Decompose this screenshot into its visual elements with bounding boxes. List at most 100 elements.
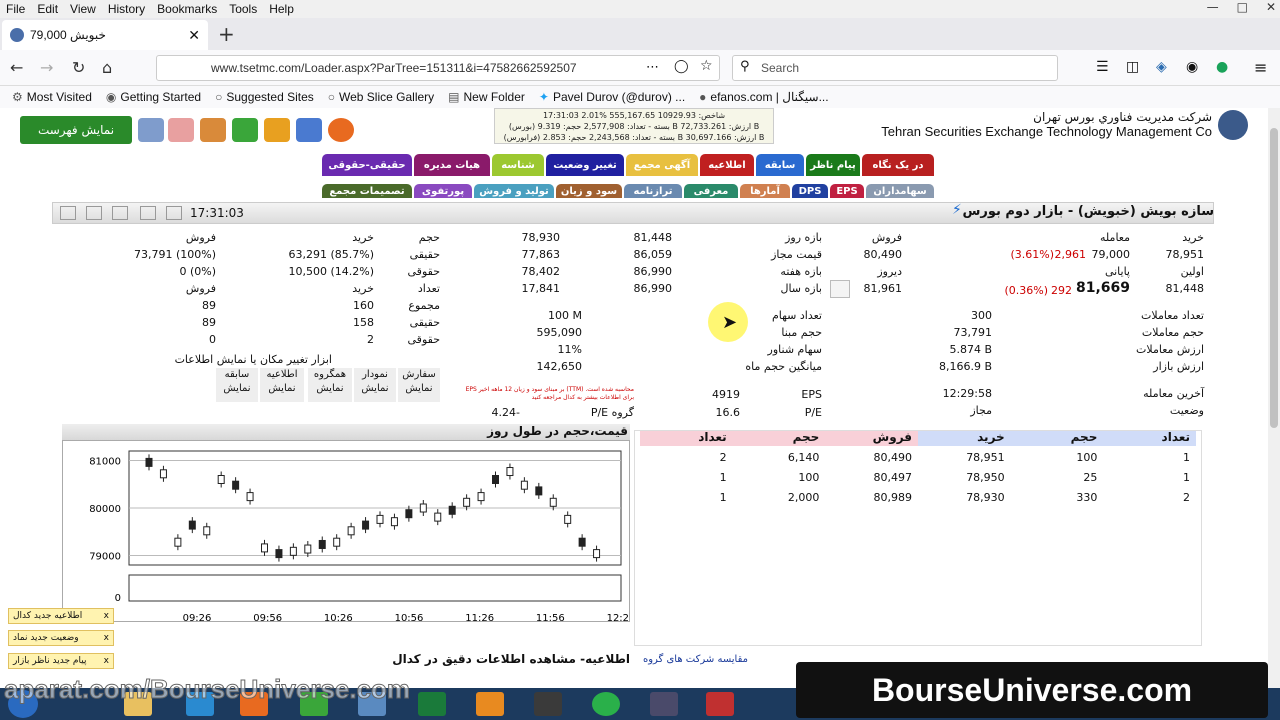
back-icon[interactable]: ← bbox=[10, 58, 23, 77]
bookmark-item[interactable]: ⚙ Most Visited bbox=[12, 90, 92, 104]
search-icon: ⚲ bbox=[740, 59, 750, 74]
tools-icon[interactable] bbox=[140, 206, 156, 220]
menu-view[interactable]: View bbox=[64, 2, 102, 16]
excel-icon[interactable] bbox=[418, 692, 446, 716]
tab-history[interactable]: سابقه bbox=[756, 154, 804, 176]
ie-icon: ○ bbox=[327, 90, 336, 104]
bookmark-item[interactable]: ○ Web Slice Gallery bbox=[328, 90, 434, 104]
bookmark-item[interactable]: ✦ Pavel Durov (@durov) ... bbox=[539, 90, 685, 104]
forward-icon[interactable]: → bbox=[40, 58, 53, 77]
tool-peers[interactable]: همگروه نمایش bbox=[308, 368, 352, 402]
tab-supervisor-msg[interactable]: پیام ناظر bbox=[806, 154, 860, 176]
bookmark-item[interactable]: ▤ New Folder bbox=[448, 90, 525, 104]
pin-icon[interactable] bbox=[86, 206, 102, 220]
label-total: مجموع bbox=[408, 299, 440, 312]
compare-link[interactable]: مقایسه شرکت های گروه bbox=[640, 654, 748, 665]
tab-announcements[interactable]: اطلاعیه bbox=[700, 154, 754, 176]
show-list-button[interactable]: نمایش فهرست bbox=[20, 116, 132, 144]
page-scrollbar[interactable] bbox=[1268, 108, 1280, 688]
add-icon[interactable] bbox=[60, 206, 76, 220]
notification-announcement[interactable]: اطلاعیه جدید کدال x bbox=[8, 608, 114, 624]
search-input[interactable]: Search bbox=[732, 55, 1058, 81]
bookmark-item[interactable]: ○ Suggested Sites bbox=[215, 90, 314, 104]
index-line: (بورس) بسته - تعداد: 2,577,908 حجم: 9.31… bbox=[508, 122, 760, 131]
intraday-chart[interactable]: 81000 80000 79000 0 09:26 09:56 10:26 10:56 11:2… bbox=[62, 440, 635, 624]
new-tab-icon[interactable]: + bbox=[218, 22, 235, 46]
calculator-icon[interactable] bbox=[200, 118, 226, 142]
globe-icon[interactable] bbox=[138, 118, 164, 142]
total-sell-count: 89 bbox=[202, 299, 216, 312]
tab-intro[interactable]: معرفی bbox=[684, 184, 738, 198]
vlc-icon[interactable] bbox=[476, 692, 504, 716]
tab-real-legal[interactable]: حقیقی-حقوقی bbox=[322, 154, 412, 176]
close-icon[interactable]: x bbox=[104, 656, 109, 666]
page-actions-icon[interactable]: ⋯ bbox=[646, 60, 659, 75]
shield-icon[interactable]: ◈ bbox=[1156, 59, 1167, 75]
bookmark-item[interactable]: ● efanos.com | سیگنال... bbox=[699, 90, 828, 104]
tab-production-sales[interactable]: تولید و فروش bbox=[474, 184, 554, 198]
menu-tools[interactable]: Tools bbox=[223, 2, 263, 16]
notification-status[interactable]: وضعیت جدید نماد x bbox=[8, 630, 114, 646]
whatsapp-icon[interactable] bbox=[592, 692, 620, 716]
tool-announcements[interactable]: اطلاعیه نمایش bbox=[260, 368, 304, 402]
close-tab-icon[interactable]: ✕ bbox=[188, 27, 200, 44]
list-icon[interactable] bbox=[166, 206, 182, 220]
tab-eps[interactable]: EPS bbox=[830, 184, 864, 198]
tab-overview[interactable]: در یک نگاه bbox=[862, 154, 934, 176]
account-icon[interactable]: ◉ bbox=[1186, 59, 1198, 75]
notification-supervisor[interactable]: پیام جدید ناظر بازار x bbox=[8, 653, 114, 669]
tab-board[interactable]: هیات مدیره bbox=[414, 154, 490, 176]
tab-profit-loss[interactable]: سود و زیان bbox=[556, 184, 622, 198]
tab-balance-sheet[interactable]: ترازنامه bbox=[624, 184, 682, 198]
hamburger-menu-icon[interactable]: ≡ bbox=[1254, 58, 1267, 77]
extension-icon[interactable]: ● bbox=[1216, 59, 1228, 75]
browser-tab[interactable]: خبویش 79,000 ✕ bbox=[2, 20, 208, 50]
tool-label: نمودار bbox=[362, 369, 388, 380]
tab-meeting-notice[interactable]: آگهی مجمع bbox=[626, 154, 698, 176]
home-icon[interactable]: ⌂ bbox=[102, 58, 112, 77]
tab-portfolio[interactable]: پورتفوی bbox=[414, 184, 472, 198]
tool-chart[interactable]: نمودار نمایش bbox=[354, 368, 396, 402]
menu-history[interactable]: History bbox=[102, 2, 151, 16]
search-icon[interactable] bbox=[232, 118, 258, 142]
tab-stats[interactable]: آمارها bbox=[740, 184, 790, 198]
library-icon[interactable]: ☰ bbox=[1096, 59, 1109, 75]
bookmark-item[interactable]: ◉ Getting Started bbox=[106, 90, 201, 104]
menu-edit[interactable]: Edit bbox=[31, 2, 64, 16]
close-icon[interactable]: x bbox=[104, 611, 109, 621]
tab-status-change[interactable]: تغییر وضعیت bbox=[546, 154, 624, 176]
menu-help[interactable]: Help bbox=[263, 2, 300, 16]
ob-cell: 80,989 bbox=[873, 491, 913, 504]
sidebar-icon[interactable]: ◫ bbox=[1126, 59, 1139, 75]
app-icon[interactable] bbox=[650, 692, 678, 716]
orderbook-row: 1 100 80,497 78,950 25 1 bbox=[640, 471, 1196, 489]
reload-icon[interactable]: ↻ bbox=[72, 58, 85, 77]
minimize-icon[interactable]: — bbox=[1207, 0, 1219, 14]
tool-history[interactable]: سابقه نمایش bbox=[216, 368, 258, 402]
ob-hdr-sell: فروش bbox=[872, 430, 913, 444]
help-icon[interactable] bbox=[296, 118, 322, 142]
tab-shareholders[interactable]: سهامداران bbox=[866, 184, 934, 198]
home-icon[interactable] bbox=[168, 118, 194, 142]
export-icon[interactable] bbox=[112, 206, 128, 220]
new-badge-icon[interactable] bbox=[328, 118, 354, 142]
app-icon[interactable] bbox=[534, 692, 562, 716]
tab-identity[interactable]: شناسه bbox=[492, 154, 544, 176]
label-first: اولین bbox=[1180, 265, 1204, 278]
menu-file[interactable]: File bbox=[0, 2, 31, 16]
chat-icon[interactable] bbox=[264, 118, 290, 142]
menu-bookmarks[interactable]: Bookmarks bbox=[151, 2, 223, 16]
tool-orders[interactable]: سفارش نمایش bbox=[398, 368, 440, 402]
url-input[interactable]: www.tsetmc.com/Loader.aspx?ParTree=15131… bbox=[156, 55, 720, 81]
maximize-icon[interactable]: □ bbox=[1237, 0, 1248, 14]
scroll-thumb[interactable] bbox=[1270, 128, 1278, 428]
close-icon[interactable]: x bbox=[104, 633, 109, 643]
tab-dps[interactable]: DPS bbox=[792, 184, 828, 198]
tab-meeting-decisions[interactable]: تصمیمات مجمع bbox=[322, 184, 412, 198]
settings-icon[interactable] bbox=[830, 280, 850, 298]
close-window-icon[interactable]: ✕ bbox=[1266, 0, 1276, 14]
watermark-aparat: aparat.com/BourseUniverse.com bbox=[3, 674, 411, 705]
pocket-icon[interactable]: ◯ bbox=[674, 59, 689, 74]
bookmark-star-icon[interactable]: ☆ bbox=[700, 58, 713, 74]
app-icon[interactable] bbox=[706, 692, 734, 716]
